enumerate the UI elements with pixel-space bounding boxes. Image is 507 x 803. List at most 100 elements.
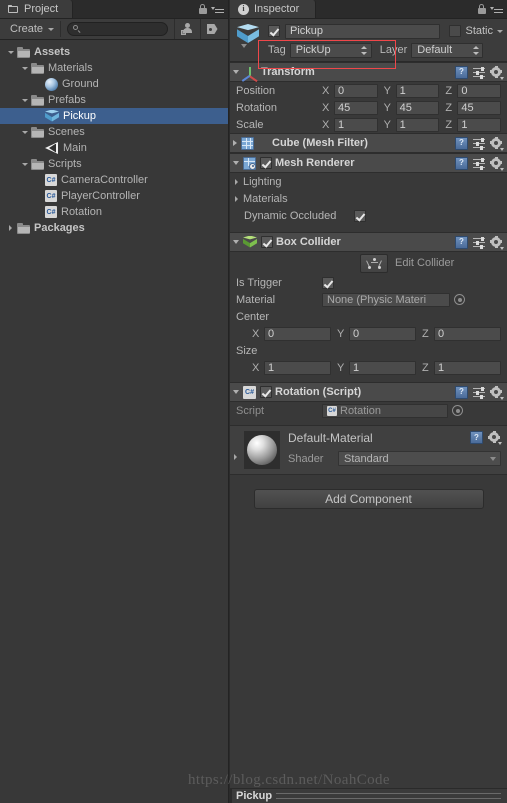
foldout-down-icon[interactable] <box>4 50 17 54</box>
csharp-script-icon: C# <box>243 385 256 399</box>
foldout-right-icon[interactable] <box>234 454 237 460</box>
menu-icon[interactable] <box>211 5 224 14</box>
shader-dropdown[interactable]: Standard <box>338 451 501 466</box>
component-header-mesh-renderer[interactable]: Mesh Renderer ? <box>230 153 507 173</box>
component-header-mesh-filter[interactable]: Cube (Mesh Filter) ? <box>230 133 507 153</box>
position-z-input[interactable]: 0 <box>457 83 502 98</box>
gear-icon[interactable] <box>490 156 504 171</box>
help-icon[interactable]: ? <box>455 136 468 150</box>
tree-item-label: Assets <box>34 46 71 58</box>
tree-item-main[interactable]: Main <box>0 140 228 156</box>
mesh-renderer-enabled-checkbox[interactable] <box>260 157 272 169</box>
gear-icon[interactable] <box>490 385 504 400</box>
center-y-input[interactable]: 0 <box>349 326 416 341</box>
foldout-down-icon[interactable] <box>233 70 239 74</box>
project-tab-controls <box>199 0 224 18</box>
gameobject-name-input[interactable]: Pickup <box>285 23 441 39</box>
folder-icon <box>8 4 19 14</box>
help-icon[interactable]: ? <box>455 385 468 399</box>
dynamic-occluded-checkbox[interactable] <box>354 209 366 222</box>
gameobject-active-checkbox[interactable] <box>268 25 280 37</box>
tree-item-pickup[interactable]: Pickup <box>0 108 228 124</box>
object-picker-icon[interactable] <box>454 294 465 305</box>
foldout-down-icon[interactable] <box>18 66 31 70</box>
foldout-right-icon[interactable] <box>233 140 237 146</box>
help-icon[interactable]: ? <box>470 431 483 444</box>
foldout-right-icon[interactable] <box>235 195 238 202</box>
scale-y-input[interactable]: 1 <box>395 117 440 132</box>
lighting-foldout[interactable]: Lighting <box>230 173 507 190</box>
size-x-input[interactable]: 1 <box>264 360 331 375</box>
materials-foldout[interactable]: Materials <box>230 190 507 207</box>
lock-icon[interactable] <box>199 4 207 14</box>
component-header-transform[interactable]: Transform ? <box>230 62 507 82</box>
preset-icon[interactable] <box>473 66 485 79</box>
collider-material-objectfield[interactable]: None (Physic Materi <box>322 292 450 307</box>
gear-icon[interactable] <box>488 431 502 445</box>
search-input[interactable] <box>67 22 168 36</box>
tree-item-scenes[interactable]: Scenes <box>0 124 228 140</box>
static-checkbox[interactable] <box>449 25 462 37</box>
create-button[interactable]: Create <box>2 21 62 37</box>
foldout-down-icon[interactable] <box>18 98 31 102</box>
preset-icon[interactable] <box>473 137 485 150</box>
help-icon[interactable]: ? <box>455 156 468 170</box>
gear-icon[interactable] <box>490 65 504 80</box>
is-trigger-checkbox[interactable] <box>322 276 334 289</box>
add-component-button[interactable]: Add Component <box>253 489 484 509</box>
tree-item-prefabs[interactable]: Prefabs <box>0 92 228 108</box>
tree-item-cameracontroller[interactable]: C# CameraController <box>0 172 228 188</box>
tree-item-packages[interactable]: Packages <box>0 220 228 236</box>
tree-item-rotation[interactable]: C# Rotation <box>0 204 228 220</box>
foldout-down-icon[interactable] <box>18 162 31 166</box>
center-z-input[interactable]: 0 <box>434 326 501 341</box>
scale-x-input[interactable]: 1 <box>334 117 378 132</box>
component-header-rotation-script[interactable]: C# Rotation (Script) ? <box>230 382 507 402</box>
edit-collider-button[interactable] <box>360 253 388 273</box>
tree-item-assets[interactable]: Assets <box>0 44 228 60</box>
rotation-x-input[interactable]: 45 <box>334 100 378 115</box>
filter-by-type-button[interactable] <box>174 19 200 39</box>
tab-inspector[interactable]: i Inspector <box>230 0 317 18</box>
foldout-down-icon[interactable] <box>233 390 239 394</box>
tree-item-ground[interactable]: Ground <box>0 76 228 92</box>
rotation-script-enabled-checkbox[interactable] <box>260 386 272 398</box>
foldout-down-icon[interactable] <box>233 240 239 244</box>
tab-project[interactable]: Project <box>0 0 74 18</box>
foldout-down-icon[interactable] <box>18 130 31 134</box>
chevron-down-icon[interactable] <box>241 44 247 48</box>
layer-dropdown[interactable]: Default <box>411 42 484 58</box>
tag-icon <box>206 23 221 35</box>
search-icon <box>73 25 81 33</box>
preset-icon[interactable] <box>473 386 485 399</box>
tree-item-playercontroller[interactable]: C# PlayerController <box>0 188 228 204</box>
foldout-right-icon[interactable] <box>4 225 17 231</box>
component-header-box-collider[interactable]: Box Collider ? <box>230 232 507 252</box>
preset-icon[interactable] <box>473 157 485 170</box>
foldout-down-icon[interactable] <box>233 161 239 165</box>
help-icon[interactable]: ? <box>455 235 468 249</box>
size-z-input[interactable]: 1 <box>434 360 501 375</box>
box-collider-enabled-checkbox[interactable] <box>261 236 273 248</box>
rotation-y-input[interactable]: 45 <box>395 100 440 115</box>
help-icon[interactable]: ? <box>455 65 468 79</box>
gear-icon[interactable] <box>490 235 504 250</box>
position-y-input[interactable]: 1 <box>395 83 440 98</box>
chevron-down-icon[interactable] <box>497 29 503 33</box>
rotation-z-input[interactable]: 45 <box>457 100 502 115</box>
menu-icon[interactable] <box>490 5 503 14</box>
tree-item-materials[interactable]: Materials <box>0 60 228 76</box>
project-toolbar: Create <box>0 19 228 40</box>
scale-z-input[interactable]: 1 <box>457 117 502 132</box>
position-x-input[interactable]: 0 <box>334 83 378 98</box>
lock-icon[interactable] <box>478 4 486 14</box>
gear-icon[interactable] <box>490 136 504 151</box>
tab-inspector-label: Inspector <box>254 3 300 15</box>
size-y-input[interactable]: 1 <box>349 360 416 375</box>
center-x-input[interactable]: 0 <box>264 326 331 341</box>
tree-item-scripts[interactable]: Scripts <box>0 156 228 172</box>
tag-dropdown[interactable]: PickUp <box>289 42 372 58</box>
filter-by-label-button[interactable] <box>200 19 226 39</box>
preset-icon[interactable] <box>473 236 485 249</box>
foldout-right-icon[interactable] <box>235 178 238 185</box>
